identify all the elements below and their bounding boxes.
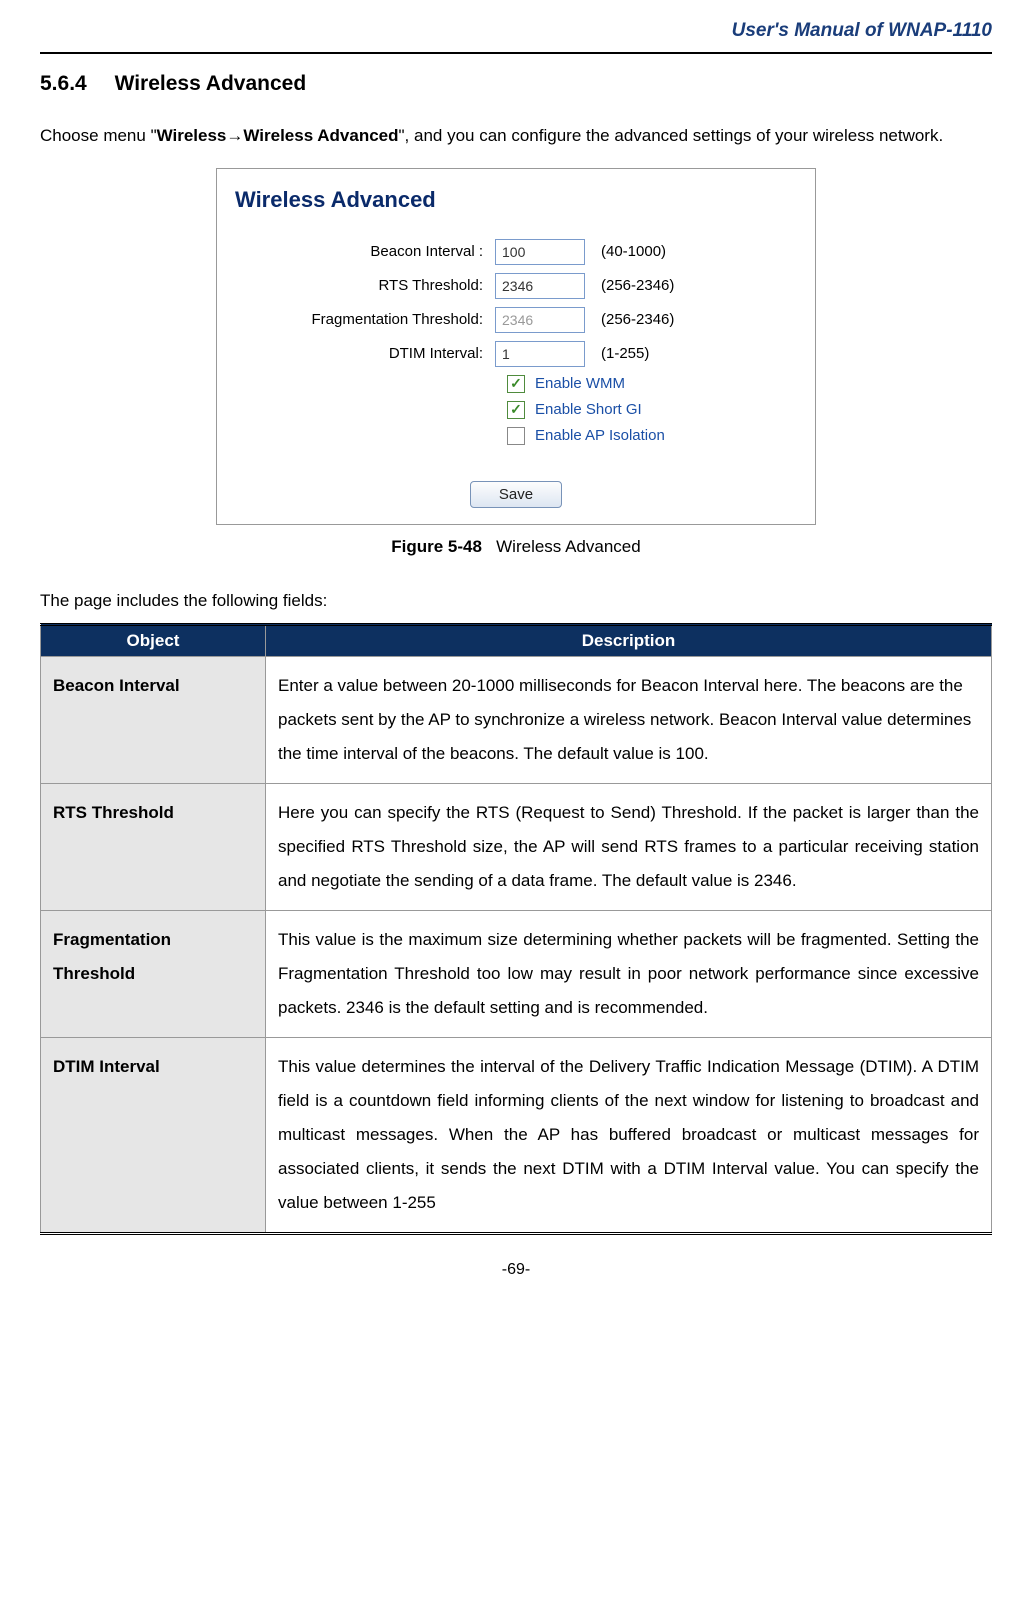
save-row: Save bbox=[235, 453, 797, 508]
figure-number: Figure 5-48 bbox=[391, 537, 482, 556]
figure-caption: Figure 5-48 Wireless Advanced bbox=[40, 537, 992, 557]
rts-threshold-input[interactable] bbox=[495, 273, 585, 299]
beacon-interval-range: (40-1000) bbox=[585, 243, 666, 260]
save-button[interactable]: Save bbox=[470, 481, 562, 508]
enable-short-gi-row: Enable Short GI bbox=[235, 401, 797, 419]
rts-threshold-range: (256-2346) bbox=[585, 277, 674, 294]
enable-wmm-checkbox[interactable] bbox=[507, 375, 525, 393]
beacon-interval-input[interactable] bbox=[495, 239, 585, 265]
enable-wmm-label: Enable WMM bbox=[535, 375, 625, 392]
section-heading: 5.6.4 Wireless Advanced bbox=[40, 72, 992, 96]
rts-threshold-label: RTS Threshold: bbox=[235, 277, 495, 294]
dtim-interval-input[interactable] bbox=[495, 341, 585, 367]
enable-wmm-row: Enable WMM bbox=[235, 375, 797, 393]
description-cell: This value is the maximum size determini… bbox=[266, 910, 992, 1037]
description-cell: Here you can specify the RTS (Request to… bbox=[266, 783, 992, 910]
fields-intro: The page includes the following fields: bbox=[40, 591, 992, 611]
dtim-interval-range: (1-255) bbox=[585, 345, 649, 362]
beacon-interval-label: Beacon Interval : bbox=[235, 243, 495, 260]
table-row: Fragmentation ThresholdThis value is the… bbox=[41, 910, 992, 1037]
frag-threshold-label: Fragmentation Threshold: bbox=[235, 311, 495, 328]
table-row: RTS ThresholdHere you can specify the RT… bbox=[41, 783, 992, 910]
rts-threshold-row: RTS Threshold: (256-2346) bbox=[235, 273, 797, 299]
enable-ap-isolation-row: Enable AP Isolation bbox=[235, 427, 797, 445]
object-cell: RTS Threshold bbox=[41, 783, 266, 910]
object-cell: Beacon Interval bbox=[41, 656, 266, 783]
th-description: Description bbox=[266, 624, 992, 656]
panel-title: Wireless Advanced bbox=[235, 187, 797, 213]
page-number: -69- bbox=[40, 1261, 992, 1279]
fields-table: Object Description Beacon IntervalEnter … bbox=[40, 623, 992, 1235]
table-row: Beacon IntervalEnter a value between 20-… bbox=[41, 656, 992, 783]
section-title: Wireless Advanced bbox=[115, 72, 307, 95]
enable-short-gi-checkbox[interactable] bbox=[507, 401, 525, 419]
th-object: Object bbox=[41, 624, 266, 656]
frag-threshold-row: Fragmentation Threshold: (256-2346) bbox=[235, 307, 797, 333]
description-cell: This value determines the interval of th… bbox=[266, 1037, 992, 1233]
frag-threshold-range: (256-2346) bbox=[585, 311, 674, 328]
figure-title: Wireless Advanced bbox=[496, 537, 641, 556]
beacon-interval-row: Beacon Interval : (40-1000) bbox=[235, 239, 797, 265]
section-number: 5.6.4 bbox=[40, 72, 87, 96]
table-row: DTIM IntervalThis value determines the i… bbox=[41, 1037, 992, 1233]
object-cell: Fragmentation Threshold bbox=[41, 910, 266, 1037]
intro-paragraph: Choose menu "Wireless→Wireless Advanced"… bbox=[40, 118, 992, 154]
wireless-advanced-panel: Wireless Advanced Beacon Interval : (40-… bbox=[216, 168, 816, 525]
page-header-title: User's Manual of WNAP-1110 bbox=[40, 20, 992, 54]
enable-short-gi-label: Enable Short GI bbox=[535, 401, 642, 418]
enable-ap-isolation-checkbox[interactable] bbox=[507, 427, 525, 445]
frag-threshold-input[interactable] bbox=[495, 307, 585, 333]
enable-ap-isolation-label: Enable AP Isolation bbox=[535, 427, 665, 444]
object-cell: DTIM Interval bbox=[41, 1037, 266, 1233]
dtim-interval-row: DTIM Interval: (1-255) bbox=[235, 341, 797, 367]
dtim-interval-label: DTIM Interval: bbox=[235, 345, 495, 362]
description-cell: Enter a value between 20-1000 millisecon… bbox=[266, 656, 992, 783]
